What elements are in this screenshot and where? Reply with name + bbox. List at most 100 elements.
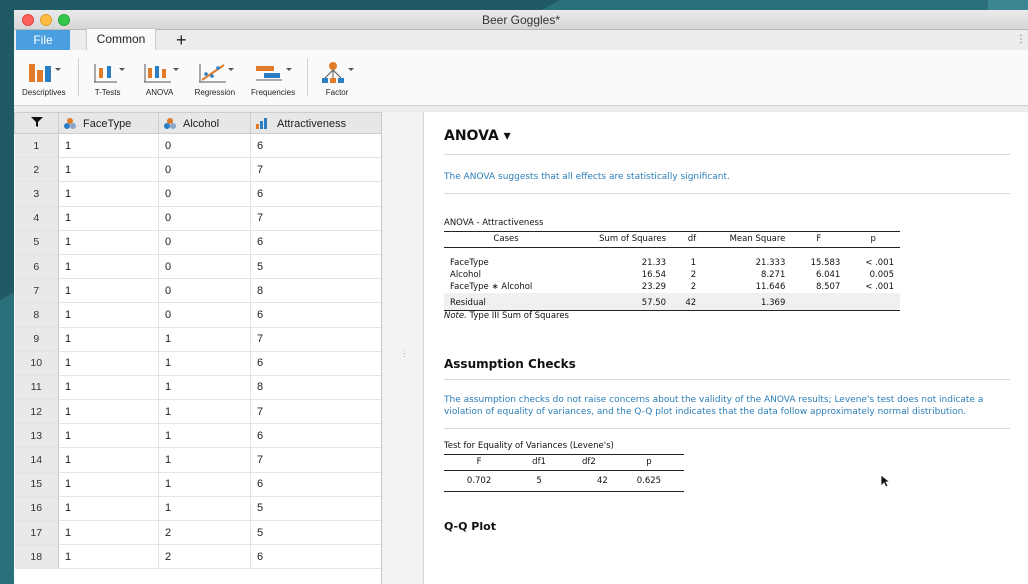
maximize-window-button[interactable] — [58, 14, 70, 26]
table-row[interactable]: 5106 — [14, 230, 381, 255]
data-cell[interactable]: 6 — [250, 302, 381, 328]
table-row[interactable]: 15 1 1 6 — [14, 472, 381, 497]
data-cell[interactable]: 7 — [250, 157, 381, 183]
row-number[interactable]: 8 — [14, 302, 59, 328]
data-cell[interactable]: 1 — [158, 496, 251, 522]
data-cell[interactable]: 1 — [158, 351, 251, 376]
data-cell[interactable]: 0 — [158, 230, 251, 255]
data-cell[interactable]: 0 — [158, 302, 251, 328]
table-row[interactable]: 6105 — [14, 254, 381, 280]
data-cell[interactable]: 1 — [58, 157, 159, 183]
row-number[interactable]: 9 — [14, 327, 59, 352]
row-number[interactable]: 10 — [14, 351, 59, 376]
row-number[interactable]: 6 — [14, 254, 59, 280]
data-cell[interactable]: 0 — [158, 133, 251, 159]
table-row[interactable]: 14 1 1 7 — [14, 447, 381, 473]
factor-button[interactable]: Factor — [312, 58, 362, 97]
data-cell[interactable]: 1 — [158, 399, 251, 425]
table-row[interactable]: 12 1 1 7 — [14, 399, 381, 425]
data-cell[interactable]: 1 — [58, 544, 159, 570]
row-number[interactable]: 5 — [14, 230, 59, 255]
data-cell[interactable]: 1 — [58, 302, 159, 328]
data-cell[interactable]: 1 — [58, 133, 159, 159]
table-row[interactable]: 9117 — [14, 327, 381, 352]
data-cell[interactable]: 1 — [58, 254, 159, 280]
data-cell[interactable]: 1 — [58, 375, 159, 401]
data-cell[interactable]: 0 — [158, 254, 251, 280]
row-number[interactable]: 17 — [14, 520, 59, 546]
data-cell[interactable]: 7 — [250, 447, 381, 473]
data-cell[interactable]: 6 — [250, 133, 381, 159]
data-cell[interactable]: 6 — [250, 472, 381, 497]
data-cell[interactable]: 1 — [58, 520, 159, 546]
table-row[interactable]: 11 1 1 8 — [14, 375, 381, 401]
regression-button[interactable]: Regression — [187, 58, 243, 97]
data-cell[interactable]: 7 — [250, 206, 381, 231]
tab-common[interactable]: Common — [86, 28, 156, 50]
row-number[interactable]: 3 — [14, 181, 59, 207]
table-row[interactable]: 13 1 1 6 — [14, 423, 381, 449]
descriptives-button[interactable]: Descriptives — [14, 58, 74, 97]
add-module-button[interactable]: + — [176, 30, 187, 50]
minimize-window-button[interactable] — [40, 14, 52, 26]
table-row[interactable]: 16 1 1 5 — [14, 496, 381, 522]
data-cell[interactable]: 2 — [158, 544, 251, 570]
row-number[interactable]: 16 — [14, 496, 59, 522]
filter-column-header[interactable] — [14, 112, 59, 134]
data-cell[interactable]: 1 — [58, 423, 159, 449]
data-cell[interactable]: 0 — [158, 278, 251, 304]
data-cell[interactable]: 1 — [158, 327, 251, 352]
data-cell[interactable]: 1 — [58, 278, 159, 304]
row-number[interactable]: 2 — [14, 157, 59, 183]
anova-button[interactable]: ANOVA — [133, 58, 187, 97]
anova-heading[interactable]: ANOVA ▾ — [444, 128, 1028, 144]
data-cell[interactable]: 1 — [158, 472, 251, 497]
data-cell[interactable]: 7 — [250, 399, 381, 425]
data-grid[interactable]: FaceType Alcohol Attractiveness 11062107… — [14, 112, 382, 584]
data-cell[interactable]: 6 — [250, 351, 381, 376]
row-number[interactable]: 13 — [14, 423, 59, 449]
table-row[interactable]: 1106 — [14, 133, 381, 159]
splitter-handle-icon[interactable]: ⋮ — [400, 348, 409, 359]
data-cell[interactable]: 5 — [250, 520, 381, 546]
row-number[interactable]: 15 — [14, 472, 59, 497]
row-number[interactable]: 14 — [14, 447, 59, 473]
data-cell[interactable]: 1 — [58, 496, 159, 522]
data-cell[interactable]: 1 — [158, 447, 251, 473]
data-cell[interactable]: 5 — [250, 254, 381, 280]
data-cell[interactable]: 1 — [58, 230, 159, 255]
table-row[interactable]: 4107 — [14, 206, 381, 231]
data-cell[interactable]: 1 — [158, 423, 251, 449]
row-number[interactable]: 4 — [14, 206, 59, 231]
data-cell[interactable]: 1 — [58, 206, 159, 231]
data-cell[interactable]: 1 — [58, 472, 159, 497]
data-cell[interactable]: 6 — [250, 423, 381, 449]
table-row[interactable]: 8106 — [14, 302, 381, 328]
data-cell[interactable]: 6 — [250, 230, 381, 255]
frequencies-button[interactable]: Frequencies — [243, 58, 303, 97]
filter-icon[interactable] — [30, 116, 44, 128]
data-cell[interactable]: 8 — [250, 278, 381, 304]
data-cell[interactable]: 6 — [250, 544, 381, 570]
table-row[interactable]: 17 1 2 5 — [14, 520, 381, 546]
row-number[interactable]: 7 — [14, 278, 59, 304]
t-tests-button[interactable]: T-Tests — [83, 58, 133, 97]
data-cell[interactable]: 0 — [158, 206, 251, 231]
tab-file[interactable]: File — [16, 30, 70, 50]
data-cell[interactable]: 0 — [158, 157, 251, 183]
data-cell[interactable]: 6 — [250, 181, 381, 207]
row-number[interactable]: 12 — [14, 399, 59, 425]
panel-splitter[interactable]: ⋮ — [382, 112, 422, 584]
data-cell[interactable]: 1 — [58, 351, 159, 376]
data-cell[interactable]: 1 — [58, 447, 159, 473]
table-row[interactable]: 2107 — [14, 157, 381, 183]
data-cell[interactable]: 0 — [158, 181, 251, 207]
row-number[interactable]: 1 — [14, 133, 59, 159]
data-cell[interactable]: 8 — [250, 375, 381, 401]
column-header-alcohol[interactable]: Alcohol — [158, 112, 251, 134]
row-number[interactable]: 11 — [14, 375, 59, 401]
close-window-button[interactable] — [22, 14, 34, 26]
column-header-facetype[interactable]: FaceType — [58, 112, 159, 134]
data-cell[interactable]: 1 — [58, 181, 159, 207]
data-cell[interactable]: 1 — [58, 399, 159, 425]
